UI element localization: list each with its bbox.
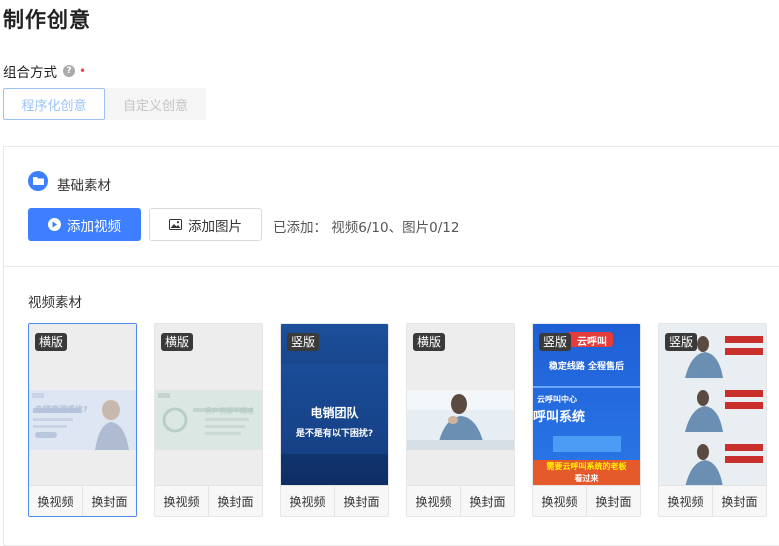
replace-video-button[interactable]: 换视频 bbox=[659, 486, 712, 516]
thumb-text: 看过来 bbox=[574, 474, 599, 483]
folder-icon bbox=[28, 171, 48, 191]
added-count-text: 已添加： 视频6/10、图片0/12 bbox=[273, 220, 460, 236]
replace-cover-button[interactable]: 换封面 bbox=[712, 486, 766, 516]
replace-video-button[interactable]: 换视频 bbox=[29, 486, 82, 516]
orientation-badge: 竖版 bbox=[287, 333, 320, 351]
replace-video-button[interactable]: 换视频 bbox=[533, 486, 586, 516]
combo-method-label: 组合方式 ? • bbox=[3, 61, 86, 81]
image-icon bbox=[169, 219, 182, 230]
page-title: 制作创意 bbox=[3, 8, 91, 32]
thumb-text: 客户资源不精准 bbox=[205, 407, 254, 415]
thumb-text: 需要云呼叫系统的老板 bbox=[546, 462, 627, 471]
replace-cover-button[interactable]: 换封面 bbox=[586, 486, 640, 516]
orientation-badge: 横版 bbox=[35, 333, 68, 351]
add-image-button[interactable]: 添加图片 bbox=[149, 208, 262, 241]
add-video-label: 添加视频 bbox=[67, 218, 121, 235]
thumb-text: 是不是有以下困扰? bbox=[295, 429, 374, 439]
video-material-label: 视频素材 bbox=[28, 295, 82, 311]
option-custom-creative[interactable]: 自定义创意 bbox=[105, 88, 206, 120]
video-card[interactable]: 云呼叫 稳定线路 全程售后 云呼叫中心 呼叫系统 需要云呼叫系统的老板 看过来 … bbox=[532, 323, 641, 517]
orientation-badge: 横版 bbox=[161, 333, 194, 351]
help-icon[interactable]: ? bbox=[63, 65, 75, 77]
add-video-button[interactable]: 添加视频 bbox=[28, 208, 141, 241]
replace-video-button[interactable]: 换视频 bbox=[281, 486, 334, 516]
orientation-badge: 竖版 bbox=[665, 333, 698, 351]
required-mark: • bbox=[79, 64, 87, 78]
replace-cover-button[interactable]: 换封面 bbox=[82, 486, 136, 516]
replace-cover-button[interactable]: 换封面 bbox=[460, 486, 514, 516]
option-programmatic-creative[interactable]: 程序化创意 bbox=[3, 88, 105, 120]
video-card[interactable]: 电销客源难找? 横版 换视频 换封面 bbox=[28, 323, 137, 517]
orientation-badge: 竖版 bbox=[539, 333, 572, 351]
play-icon bbox=[48, 218, 61, 231]
add-image-label: 添加图片 bbox=[188, 218, 242, 235]
video-card[interactable]: 横版 换视频 换封面 bbox=[406, 323, 515, 517]
orientation-badge: 横版 bbox=[413, 333, 446, 351]
replace-video-button[interactable]: 换视频 bbox=[155, 486, 208, 516]
basic-material-label: 基础素材 bbox=[57, 178, 111, 194]
video-card[interactable]: 电销团队 是不是有以下困扰? 竖版 换视频 换封面 bbox=[280, 323, 389, 517]
replace-cover-button[interactable]: 换封面 bbox=[334, 486, 388, 516]
thumb-text: 呼叫系统 bbox=[533, 410, 586, 425]
thumb-text: 电销团队 bbox=[310, 406, 359, 420]
thumb-text: 云呼叫 bbox=[577, 337, 607, 348]
replace-video-button[interactable]: 换视频 bbox=[407, 486, 460, 516]
thumb-text: 电销客源难找? bbox=[35, 405, 88, 414]
replace-cover-button[interactable]: 换封面 bbox=[208, 486, 262, 516]
video-card[interactable]: 客户资源不精准 横版 换视频 换封面 bbox=[154, 323, 263, 517]
combo-method-text: 组合方式 bbox=[3, 65, 57, 81]
thumb-text: 云呼叫中心 bbox=[537, 395, 577, 404]
video-card[interactable]: 竖版 换视频 换封面 bbox=[658, 323, 767, 517]
panel-divider bbox=[4, 266, 779, 267]
thumb-text: 稳定线路 全程售后 bbox=[548, 362, 625, 372]
